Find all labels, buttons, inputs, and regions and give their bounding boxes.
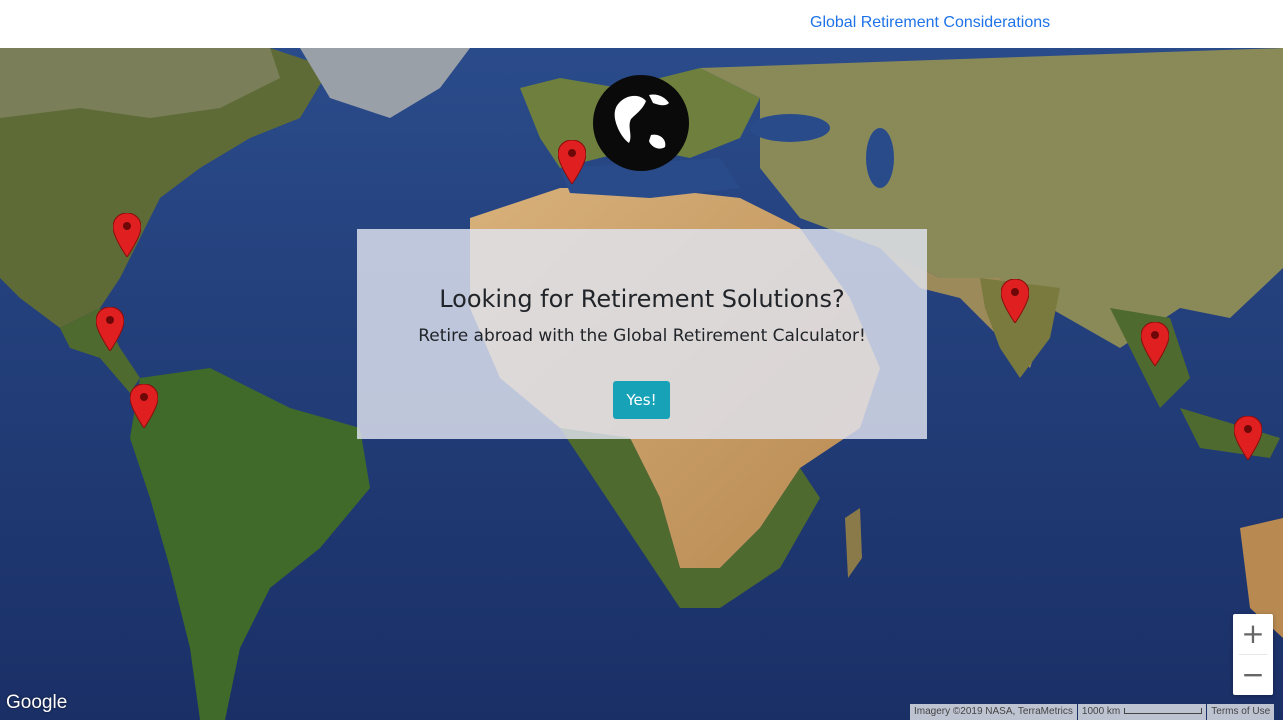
map-pin-icon[interactable] (558, 140, 586, 184)
top-navbar: Global Retirement Considerations (0, 0, 1283, 48)
hero-title: Looking for Retirement Solutions? (439, 285, 845, 313)
map-pin-icon[interactable] (96, 307, 124, 351)
imagery-credit: Imagery ©2019 NASA, TerraMetrics (910, 704, 1077, 720)
map-pin-icon[interactable] (1234, 416, 1262, 460)
nav-link-global-retirement[interactable]: Global Retirement Considerations (810, 14, 1050, 32)
map-view[interactable]: Looking for Retirement Solutions? Retire… (0, 48, 1283, 720)
terms-of-use-link[interactable]: Terms of Use (1207, 704, 1275, 720)
scale-bar (1124, 708, 1203, 715)
yes-button[interactable]: Yes! (613, 381, 670, 419)
scale-label: 1000 km (1081, 706, 1121, 717)
map-pin-icon[interactable] (130, 384, 158, 428)
google-logo[interactable]: Google (6, 692, 67, 714)
zoom-out-button[interactable]: − (1233, 655, 1273, 695)
map-scale[interactable]: 1000 km (1077, 704, 1207, 720)
hero-overlay: Looking for Retirement Solutions? Retire… (357, 229, 927, 439)
zoom-control: + − (1233, 614, 1273, 695)
map-pin-icon[interactable] (113, 213, 141, 257)
map-attribution: Imagery ©2019 NASA, TerraMetrics 1000 km… (910, 704, 1275, 720)
map-pin-icon[interactable] (1001, 279, 1029, 323)
map-pin-icon[interactable] (1141, 322, 1169, 366)
hero-subtitle: Retire abroad with the Global Retirement… (418, 326, 866, 346)
zoom-in-button[interactable]: + (1233, 614, 1273, 654)
globe-icon (593, 75, 689, 171)
